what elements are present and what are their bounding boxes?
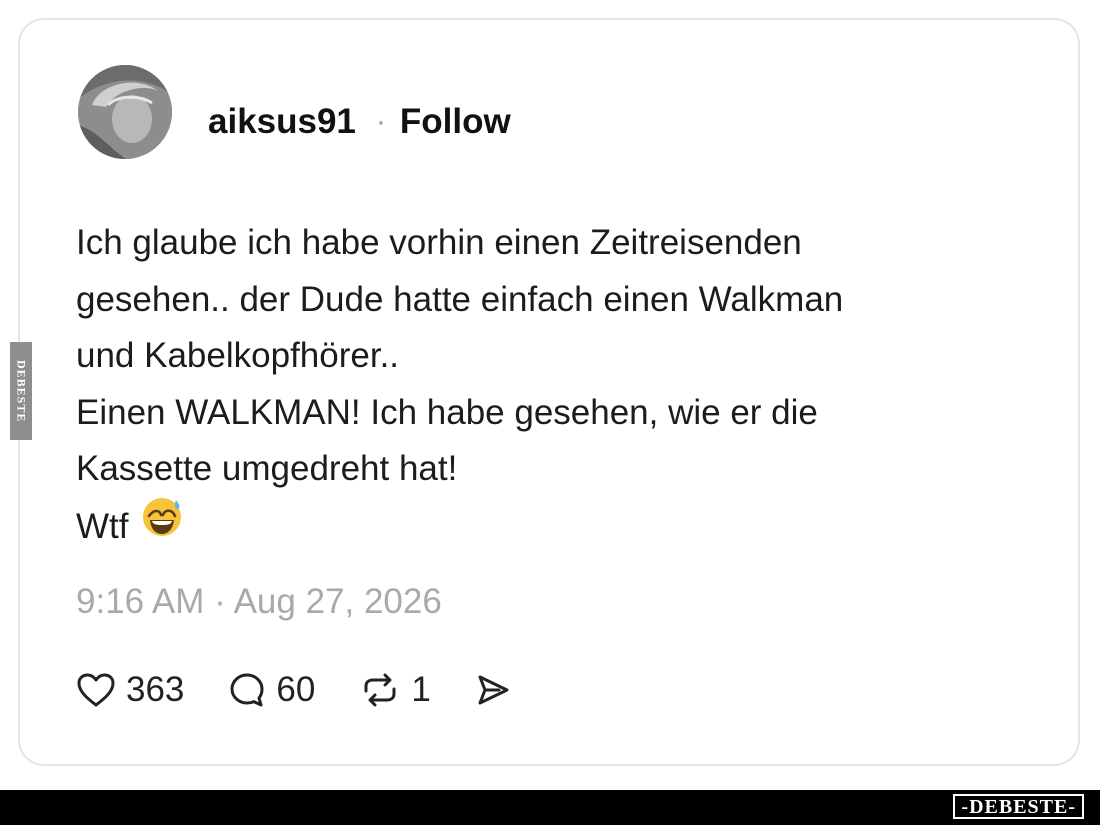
side-watermark-text: DEBESTE [14, 359, 29, 423]
username[interactable]: aiksus91 [208, 102, 356, 142]
post-timestamp: 9:16 AM · Aug 27, 2026 [76, 582, 442, 621]
post-line: Einen WALKMAN! Ich habe gesehen, wie er … [76, 392, 818, 432]
post-line: Wtf [76, 506, 129, 546]
repost-count: 1 [411, 670, 431, 709]
post-line: Kassette umgedreht hat! [76, 449, 458, 488]
header-separator: · [375, 105, 386, 138]
avatar[interactable] [78, 65, 172, 159]
post-line: Ich glaube ich habe vorhin einen Zeitrei… [76, 223, 802, 262]
action-bar: 363 60 1 [76, 668, 511, 712]
post-line-last: Wtf [76, 497, 1016, 560]
repost-button[interactable]: 1 [359, 670, 431, 710]
like-count: 363 [126, 670, 185, 709]
debeste-logo: -DEBESTE- [953, 794, 1084, 819]
heart-icon [77, 673, 115, 707]
avatar-photo-icon [78, 65, 172, 159]
reply-button[interactable]: 60 [228, 670, 315, 710]
reply-count: 60 [276, 670, 316, 709]
screenshot-stage: aiksus91 · Follow Ich glaube ich habe vo… [0, 0, 1100, 790]
follow-button[interactable]: Follow [400, 102, 511, 142]
share-button[interactable] [475, 672, 511, 708]
speech-bubble-icon [230, 673, 264, 707]
post-header: aiksus91 · Follow [208, 102, 511, 142]
footer-bar: -DEBESTE- [0, 790, 1100, 825]
post-line: und Kabelkopfhörer.. [76, 336, 400, 375]
post-card: aiksus91 · Follow Ich glaube ich habe vo… [18, 18, 1080, 766]
repost-arrows-icon [364, 673, 396, 707]
post-text: Ich glaube ich habe vorhin einen Zeitrei… [76, 215, 1016, 559]
like-button[interactable]: 363 [76, 670, 184, 710]
post-line: gesehen.. der Dude hatte einfach einen W… [76, 279, 844, 319]
send-icon [478, 675, 509, 705]
grinning-sweat-emoji-icon [140, 494, 184, 556]
side-watermark: DEBESTE [10, 342, 32, 440]
